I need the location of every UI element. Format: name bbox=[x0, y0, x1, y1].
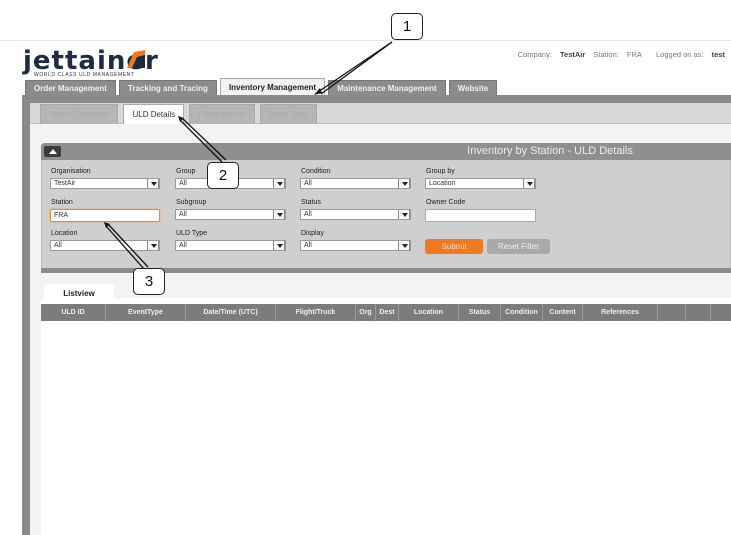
callout-leaders bbox=[104, 41, 393, 270]
callout-1: 1 bbox=[391, 13, 423, 40]
callout-3: 3 bbox=[133, 268, 165, 295]
callout-2: 2 bbox=[207, 162, 239, 189]
